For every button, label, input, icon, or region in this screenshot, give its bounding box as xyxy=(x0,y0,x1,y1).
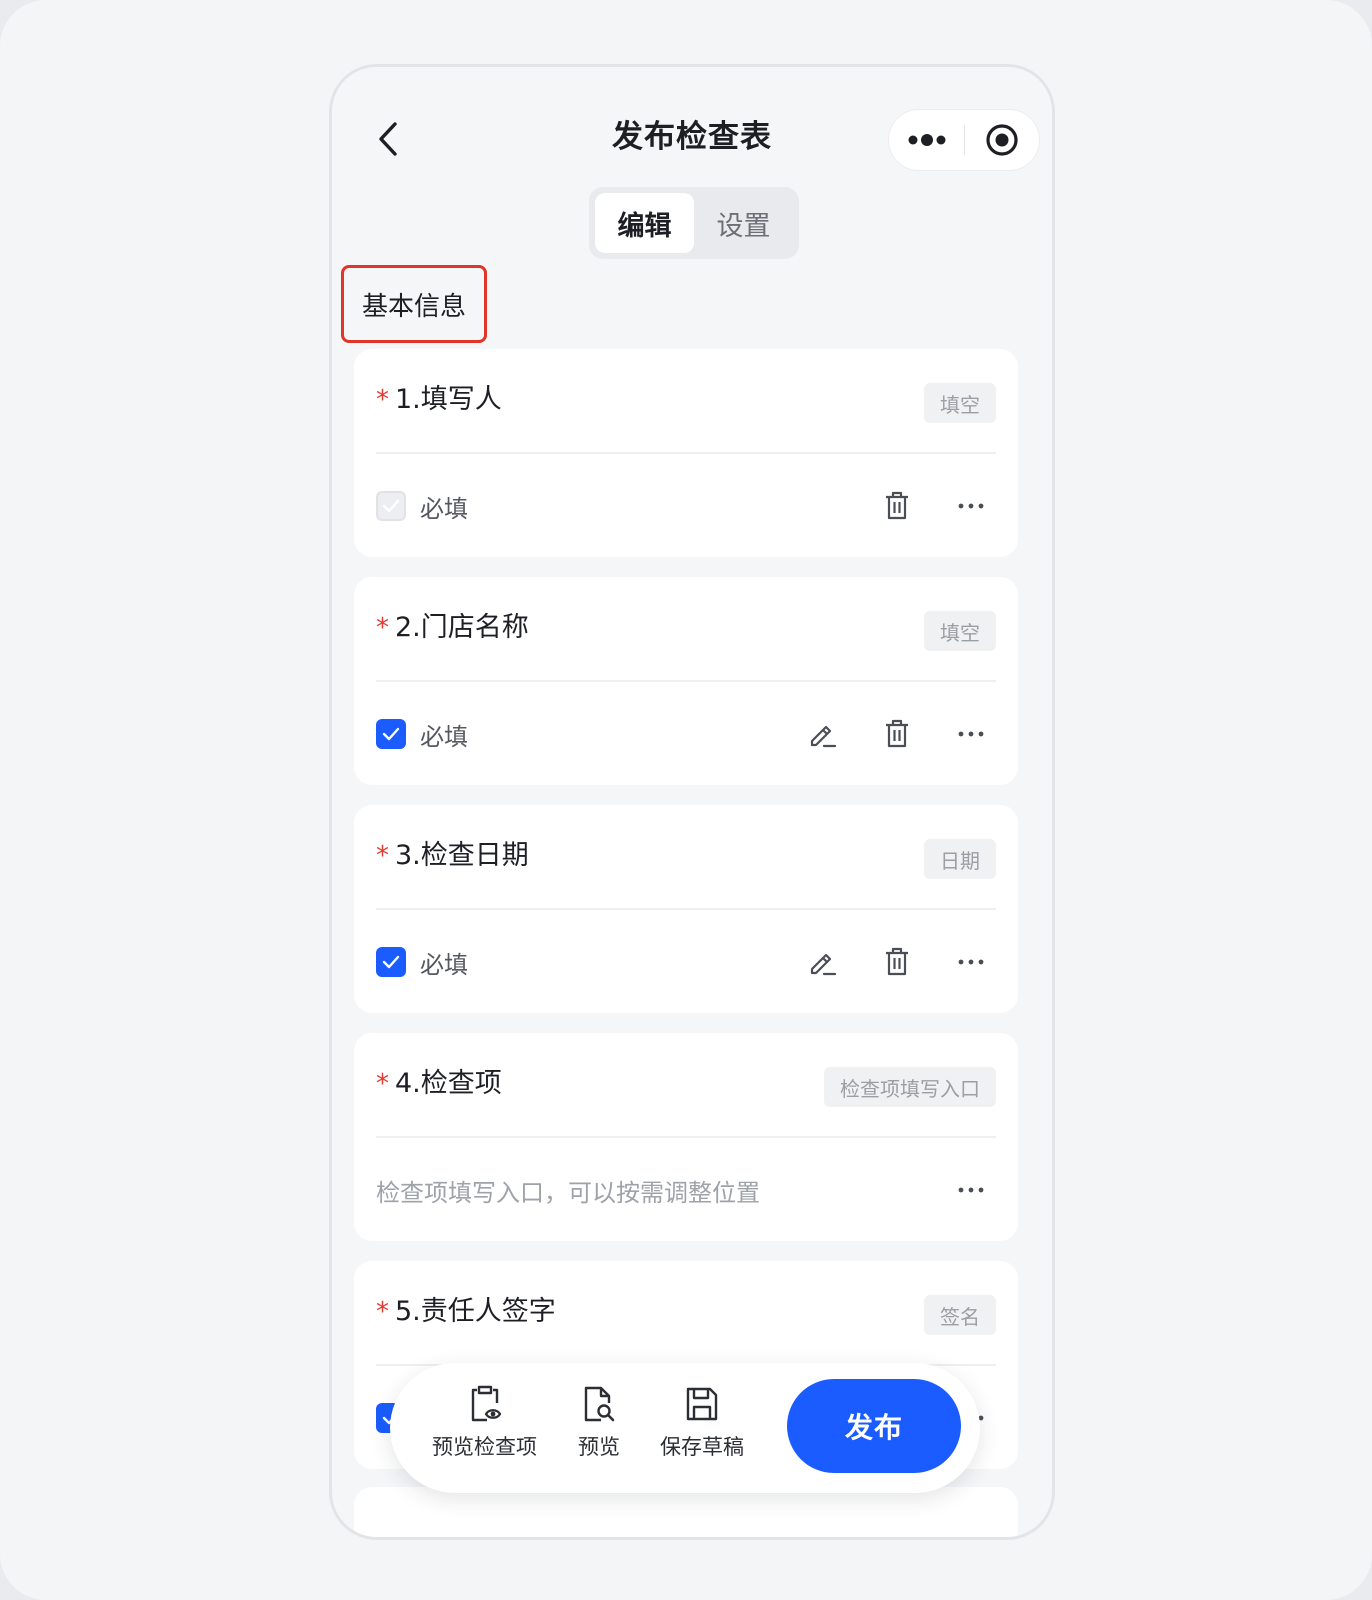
tab-edit[interactable]: 编辑 xyxy=(595,193,694,253)
clipboard-eye-icon xyxy=(471,1385,501,1422)
required-checkbox[interactable] xyxy=(376,947,406,977)
checkmark-icon xyxy=(382,727,400,741)
required-label: 必填 xyxy=(420,950,468,979)
pencil-icon xyxy=(810,725,837,748)
bottom-action-bar: 预览检查项 预览 保存草稿 发布 xyxy=(390,1363,980,1493)
question-label: 3.检查日期 xyxy=(395,840,529,871)
tab-settings[interactable]: 设置 xyxy=(694,193,793,253)
trash-icon xyxy=(886,491,908,520)
card-divider xyxy=(376,1136,996,1138)
trash-icon xyxy=(886,719,908,748)
required-star: * xyxy=(376,841,389,871)
required-checkbox[interactable] xyxy=(376,719,406,749)
preview-items-button[interactable]: 预览检查项 xyxy=(432,1385,537,1461)
question-card: * 4.检查项 检查项填写入口 检查项填写入口，可以按需调整位置 xyxy=(354,1033,1018,1241)
question-title: * 4.检查项 xyxy=(376,1061,502,1100)
pencil-icon xyxy=(810,953,837,976)
more-options-button[interactable] xyxy=(946,1165,996,1215)
card-divider xyxy=(376,680,996,682)
document-search-icon xyxy=(584,1386,615,1422)
phone-frame: 发布检查表 编辑 设置 基本信息 * 1.填写人 填空 必填 * 2.门店名称 … xyxy=(329,64,1055,1540)
question-actions: 必填 xyxy=(376,911,996,1013)
question-title: * 5.责任人签字 xyxy=(376,1289,556,1328)
question-actions: 必填 xyxy=(376,455,996,557)
more-horizontal-icon xyxy=(958,731,984,737)
card-divider xyxy=(376,452,996,454)
delete-button[interactable] xyxy=(872,481,922,531)
section-title-basic-info: 基本信息 xyxy=(341,265,487,343)
delete-button[interactable] xyxy=(872,709,922,759)
question-type-tag: 填空 xyxy=(924,611,996,651)
required-star: * xyxy=(376,1069,389,1099)
edit-button[interactable] xyxy=(798,937,848,987)
trash-icon xyxy=(886,947,908,976)
question-actions: 必填 xyxy=(376,683,996,785)
close-mini-program-button[interactable] xyxy=(965,110,1039,170)
more-horizontal-icon xyxy=(958,503,984,509)
mini-program-capsule xyxy=(888,109,1040,171)
question-card: * 1.填写人 填空 必填 xyxy=(354,349,1018,557)
question-title: * 1.填写人 xyxy=(376,377,502,416)
question-title: * 2.门店名称 xyxy=(376,605,529,644)
target-circle-icon xyxy=(986,124,1018,156)
required-label: 必填 xyxy=(420,494,468,523)
question-type-tag: 检查项填写入口 xyxy=(824,1067,996,1107)
more-options-button[interactable] xyxy=(946,937,996,987)
question-label: 4.检查项 xyxy=(395,1068,502,1099)
save-draft-button[interactable]: 保存草稿 xyxy=(660,1385,744,1461)
required-star: * xyxy=(376,1297,389,1327)
publish-button[interactable]: 发布 xyxy=(787,1379,961,1473)
question-title: * 3.检查日期 xyxy=(376,833,529,872)
card-divider xyxy=(376,908,996,910)
question-type-tag: 签名 xyxy=(924,1295,996,1335)
checkmark-icon xyxy=(382,499,400,513)
question-label: 5.责任人签字 xyxy=(395,1296,556,1327)
question-type-tag: 日期 xyxy=(924,839,996,879)
required-star: * xyxy=(376,385,389,415)
question-card: * 2.门店名称 填空 必填 xyxy=(354,577,1018,785)
navigation-bar: 发布检查表 编辑 设置 xyxy=(332,67,1052,277)
checkmark-icon xyxy=(382,955,400,969)
question-label: 2.门店名称 xyxy=(395,612,529,643)
preview-items-label: 预览检查项 xyxy=(432,1435,537,1459)
more-horizontal-icon xyxy=(958,1187,984,1193)
question-card-peek xyxy=(354,1487,1018,1537)
floppy-disk-icon xyxy=(686,1387,718,1421)
save-draft-label: 保存草稿 xyxy=(660,1435,744,1459)
more-options-button[interactable] xyxy=(946,481,996,531)
ellipsis-icon xyxy=(908,134,945,146)
more-menu-button[interactable] xyxy=(889,110,964,170)
edit-settings-tabs: 编辑 设置 xyxy=(589,187,799,259)
page-background: 发布检查表 编辑 设置 基本信息 * 1.填写人 填空 必填 * 2.门店名称 … xyxy=(0,0,1372,1600)
question-actions: 检查项填写入口，可以按需调整位置 xyxy=(376,1139,996,1241)
more-options-button[interactable] xyxy=(946,709,996,759)
question-hint: 检查项填写入口，可以按需调整位置 xyxy=(376,1178,760,1207)
question-type-tag: 填空 xyxy=(924,383,996,423)
required-star: * xyxy=(376,613,389,643)
preview-label: 预览 xyxy=(578,1435,620,1459)
question-label: 1.填写人 xyxy=(395,384,502,415)
required-label: 必填 xyxy=(420,722,468,751)
required-checkbox[interactable] xyxy=(376,491,406,521)
delete-button[interactable] xyxy=(872,937,922,987)
edit-button[interactable] xyxy=(798,709,848,759)
more-horizontal-icon xyxy=(958,959,984,965)
question-card: * 3.检查日期 日期 必填 xyxy=(354,805,1018,1013)
preview-button[interactable]: 预览 xyxy=(578,1385,620,1461)
